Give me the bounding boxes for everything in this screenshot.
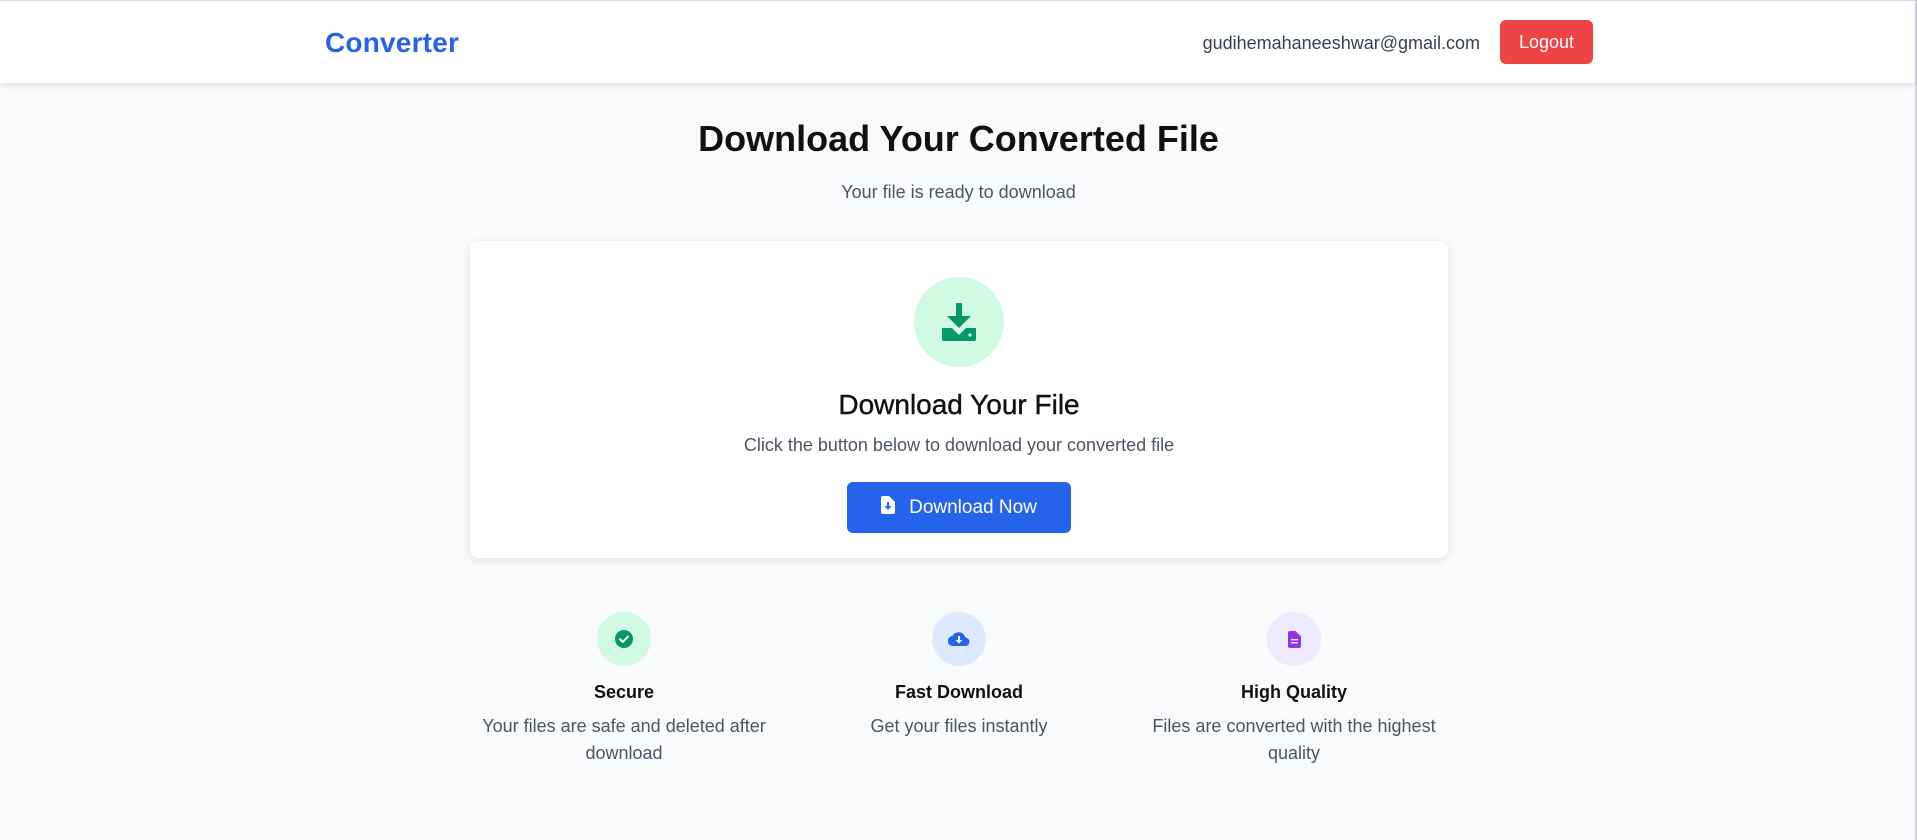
document-icon — [1267, 612, 1321, 666]
feature-title: High Quality — [1240, 682, 1347, 702]
feature-fast-download: Fast Download Get your files instantly — [809, 612, 1109, 740]
logout-button[interactable]: Logout — [1500, 20, 1593, 64]
download-now-button[interactable]: Download Now — [847, 482, 1071, 533]
top-navbar: Converter gudihemahaneeshwar@gmail.com L… — [0, 0, 1915, 83]
card-description: Click the button below to download your … — [743, 435, 1175, 455]
check-circle-icon — [597, 612, 651, 666]
user-email: gudihemahaneeshwar@gmail.com — [1202, 33, 1480, 53]
feature-description: Your files are safe and deleted after do… — [482, 716, 766, 763]
download-icon — [914, 277, 1004, 367]
feature-description: Get your files instantly — [870, 716, 1048, 736]
feature-secure: Secure Your files are safe and deleted a… — [474, 612, 774, 767]
brand-logo[interactable]: Converter — [325, 27, 459, 59]
page-subtitle: Your file is ready to download — [841, 182, 1076, 202]
cloud-download-icon — [932, 612, 986, 666]
file-download-icon — [881, 495, 896, 520]
feature-description: Files are converted with the highest qua… — [1152, 716, 1436, 763]
feature-title: Secure — [593, 682, 655, 702]
page-title: Download Your Converted File — [698, 118, 1219, 159]
card-title: Download Your File — [838, 389, 1080, 420]
download-now-label: Download Now — [909, 496, 1037, 518]
feature-high-quality: High Quality Files are converted with th… — [1144, 612, 1444, 767]
download-card: Download Your File Click the button belo… — [470, 241, 1448, 558]
feature-title: Fast Download — [894, 682, 1023, 702]
